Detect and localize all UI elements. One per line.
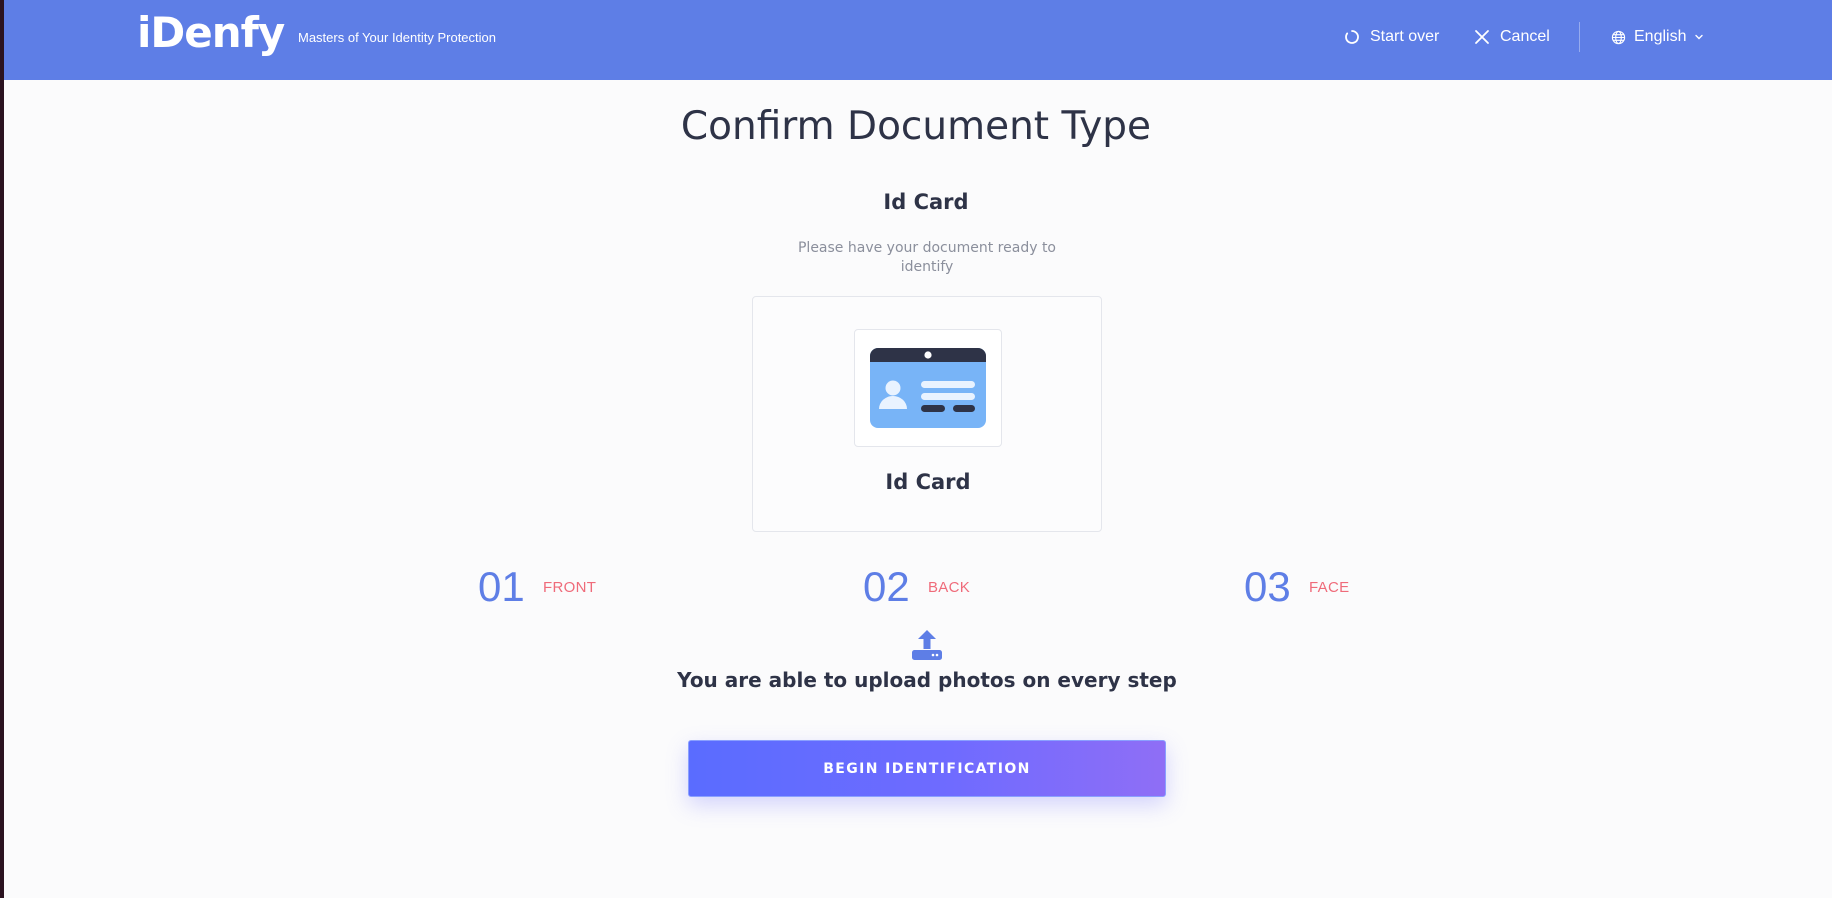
refresh-icon	[1344, 29, 1360, 45]
step-number: 03	[1244, 563, 1291, 610]
step-label: FRONT	[543, 578, 597, 596]
tagline: Masters of Your Identity Protection	[298, 30, 496, 45]
logo: iDenfy	[137, 8, 285, 57]
document-hint: Please have your document ready to ident…	[797, 240, 1056, 275]
step-label: BACK	[928, 578, 971, 596]
step-back: 02 BACK	[863, 562, 970, 612]
cancel-button[interactable]: Cancel	[1474, 24, 1550, 50]
begin-identification-button[interactable]: BEGIN IDENTIFICATION	[688, 740, 1166, 797]
header-divider	[1579, 22, 1580, 52]
document-card-label: Id Card	[885, 470, 971, 494]
globe-icon	[1611, 30, 1626, 45]
step-number: 02	[863, 563, 910, 610]
step-label: FACE	[1309, 578, 1350, 596]
document-type-heading: Id Card	[883, 190, 969, 214]
language-label: English	[1634, 28, 1687, 45]
document-thumbnail	[854, 329, 1002, 447]
close-icon	[1474, 29, 1490, 45]
top-header: iDenfy Masters of Your Identity Protecti…	[4, 0, 1832, 80]
page-title: Confirm Document Type	[680, 104, 1152, 149]
language-selector[interactable]: English	[1611, 24, 1704, 50]
upload-icon	[911, 629, 943, 665]
start-over-button[interactable]: Start over	[1344, 24, 1439, 50]
upload-notice: You are able to upload photos on every s…	[677, 668, 1177, 692]
cancel-label: Cancel	[1500, 28, 1550, 45]
step-number: 01	[478, 563, 525, 610]
chevron-down-icon	[1694, 32, 1704, 42]
start-over-label: Start over	[1370, 28, 1440, 45]
step-face: 03 FACE	[1244, 562, 1349, 612]
document-option-card[interactable]: Id Card	[752, 296, 1102, 532]
step-front: 01 FRONT	[478, 562, 596, 612]
